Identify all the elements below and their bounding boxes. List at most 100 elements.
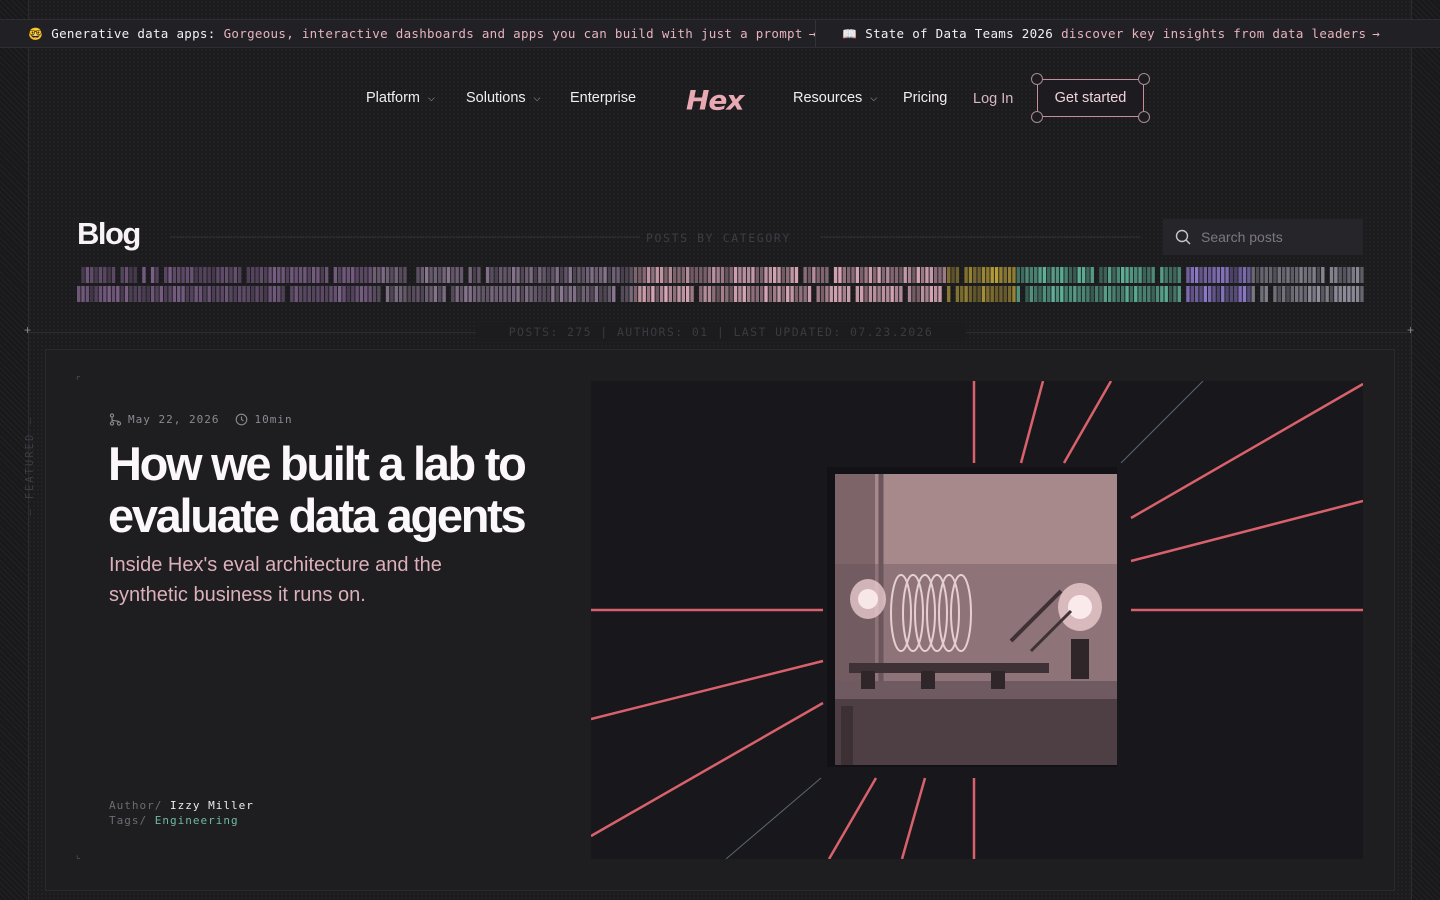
category-bar — [264, 286, 268, 302]
search-input[interactable] — [1201, 229, 1351, 245]
category-bar — [942, 267, 947, 283]
category-bar — [251, 267, 255, 283]
announcement-link[interactable]: Gorgeous, interactive dashboards and app… — [224, 26, 803, 41]
featured-post-title[interactable]: How we built a lab to evaluate data agen… — [108, 438, 578, 542]
category-bar — [307, 286, 311, 302]
announcement-state-of-data[interactable]: 📖 State of Data Teams 2026 discover key … — [842, 26, 1380, 41]
tags-key: Tags/ — [109, 814, 148, 827]
author-name[interactable]: Izzy Miller — [170, 799, 254, 812]
category-bar — [1221, 267, 1225, 283]
category-bar — [568, 267, 572, 283]
git-branch-icon — [109, 413, 122, 426]
category-bar — [220, 267, 224, 283]
category-bar — [585, 267, 590, 283]
category-bar — [690, 286, 694, 302]
category-bar — [468, 267, 472, 283]
category-bar — [1199, 267, 1203, 283]
category-bar — [133, 286, 137, 302]
category-bar — [1299, 267, 1303, 283]
category-bar — [111, 267, 116, 283]
category-bar — [777, 267, 781, 283]
category-bar — [1308, 267, 1312, 283]
category-bar — [103, 286, 107, 302]
category-bar — [1068, 286, 1073, 302]
category-bar — [1155, 286, 1160, 302]
category-bar — [338, 267, 342, 283]
category-bar — [773, 286, 777, 302]
category-bar — [738, 267, 742, 283]
category-bar — [699, 286, 703, 302]
category-bar — [1321, 267, 1325, 283]
category-bar — [1077, 267, 1081, 283]
category-bar — [198, 286, 203, 302]
tag-engineering[interactable]: Engineering — [155, 814, 239, 827]
category-bar — [298, 267, 303, 283]
category-bar — [1295, 267, 1299, 283]
category-bar — [338, 286, 342, 302]
category-bar — [1142, 267, 1147, 283]
nav-platform[interactable]: Platform ⌵ — [366, 90, 435, 106]
category-bar — [1351, 267, 1355, 283]
category-bar — [986, 267, 990, 283]
category-bar — [320, 267, 324, 283]
category-bar — [1286, 267, 1290, 283]
category-bar — [1199, 286, 1203, 302]
nav-pricing[interactable]: Pricing — [903, 90, 947, 106]
category-bar — [533, 286, 538, 302]
category-bar — [1034, 286, 1038, 302]
category-bar — [907, 286, 912, 302]
category-bar — [77, 286, 81, 302]
category-bar — [764, 286, 768, 302]
category-bar — [1251, 267, 1255, 283]
category-bar — [211, 267, 216, 283]
category-bar — [490, 286, 494, 302]
search-box[interactable] — [1163, 219, 1363, 255]
login-link[interactable]: Log In — [973, 91, 1013, 107]
category-bar — [525, 267, 529, 283]
category-bar — [720, 286, 725, 302]
category-bar — [433, 286, 438, 302]
category-bar — [1055, 267, 1060, 283]
crosshair-right: + — [1407, 323, 1415, 337]
category-bar — [255, 267, 259, 283]
category-bar — [681, 267, 686, 283]
nav-solutions[interactable]: Solutions ⌵ — [466, 90, 540, 106]
category-bar — [281, 267, 285, 283]
category-bar — [846, 286, 851, 302]
category-bar — [1316, 286, 1321, 302]
hex-logo[interactable]: Hex — [686, 85, 744, 116]
featured-image[interactable] — [591, 381, 1363, 859]
category-bar — [303, 286, 307, 302]
category-bar — [529, 267, 533, 283]
category-bar — [1255, 267, 1260, 283]
category-bar — [477, 267, 481, 283]
category-bar — [659, 286, 664, 302]
crosshair-left: + — [24, 323, 32, 337]
category-bar — [929, 267, 933, 283]
category-bar-chart[interactable] — [77, 267, 1367, 303]
category-bar — [1112, 286, 1116, 302]
category-bar — [664, 286, 668, 302]
category-bar — [124, 267, 129, 283]
category-bar — [342, 267, 346, 283]
category-bar — [420, 286, 425, 302]
category-bar — [1125, 267, 1129, 283]
category-bar — [159, 286, 164, 302]
category-bar — [1173, 286, 1177, 302]
category-bar — [916, 267, 920, 283]
category-bar — [272, 267, 277, 283]
nav-enterprise[interactable]: Enterprise — [570, 90, 636, 106]
get-started-button[interactable]: Get started — [1031, 73, 1150, 123]
category-bar — [790, 286, 794, 302]
announcement-link[interactable]: discover key insights from data leaders — [1061, 26, 1366, 41]
category-bar — [564, 286, 568, 302]
category-bar — [1229, 267, 1234, 283]
announcement-generative-apps[interactable]: 🤓 Generative data apps: Gorgeous, intera… — [28, 26, 817, 41]
category-bar — [485, 267, 490, 283]
nav-resources[interactable]: Resources ⌵ — [793, 90, 877, 106]
category-bar — [833, 286, 838, 302]
category-bar — [599, 267, 603, 283]
category-bar — [716, 286, 720, 302]
category-bar — [237, 267, 242, 283]
category-bar — [764, 267, 768, 283]
